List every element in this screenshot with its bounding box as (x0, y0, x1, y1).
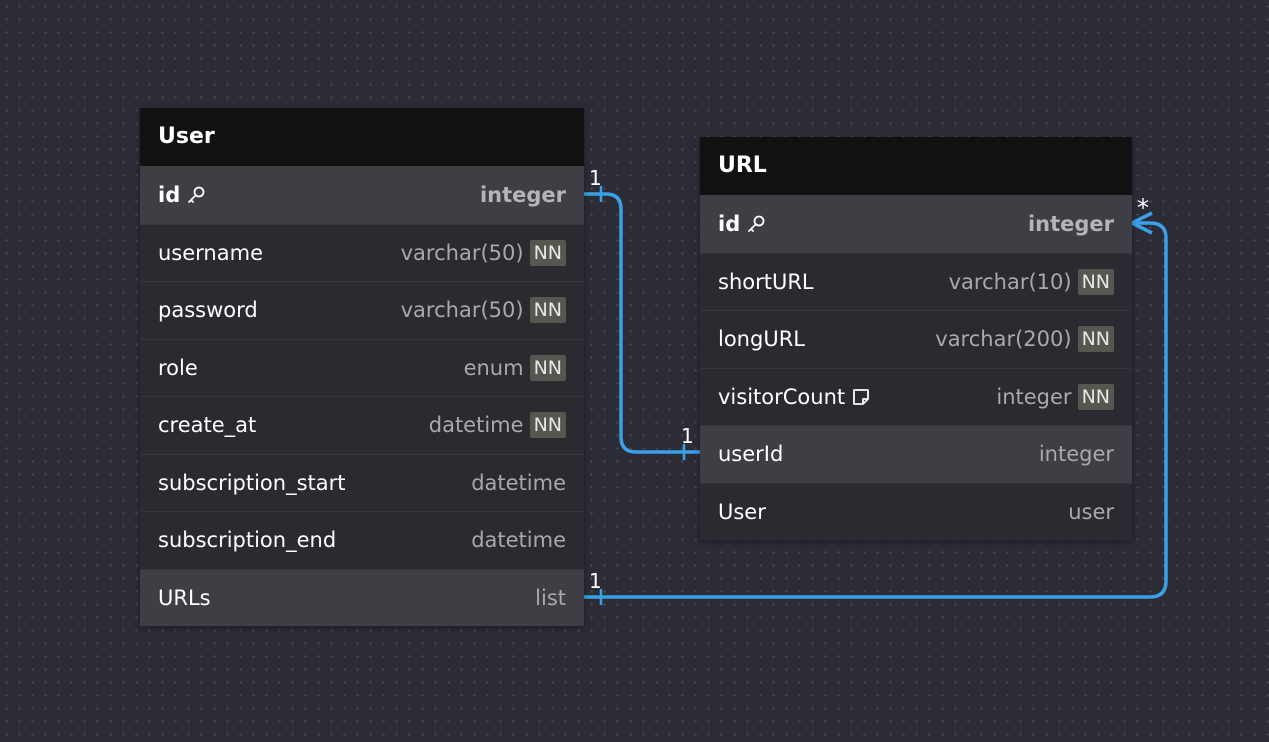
not-null-badge: NN (529, 297, 566, 324)
field-name-wrap: longURL (718, 327, 805, 351)
field-type: varchar(200) (935, 327, 1072, 352)
field-name: userId (718, 442, 784, 467)
field-row-user[interactable]: User user (700, 482, 1132, 541)
field-type-wrap: list (535, 586, 566, 610)
field-type-wrap: datetime NN (428, 412, 566, 439)
not-null-badge: NN (1077, 383, 1114, 410)
field-row-id[interactable]: id integer (700, 195, 1132, 253)
field-name: longURL (718, 327, 805, 352)
field-type: datetime (471, 470, 566, 495)
entity-table-url[interactable]: URL id integer shortURL varchar(10) NN longUR… (700, 137, 1132, 540)
field-type-wrap: datetime (471, 528, 566, 552)
field-row-create-at[interactable]: create_at datetime NN (140, 396, 584, 454)
table-title[interactable]: URL (700, 137, 1132, 195)
field-type-wrap: varchar(50) NN (400, 239, 566, 266)
field-type: integer (1027, 211, 1114, 236)
field-row-subscription-end[interactable]: subscription_end datetime (140, 511, 584, 569)
field-type: integer (1038, 442, 1114, 467)
table-title[interactable]: User (140, 108, 584, 166)
field-type-wrap: datetime (471, 471, 566, 495)
field-type-wrap: integer (1028, 212, 1114, 236)
field-name-wrap: id (718, 212, 766, 236)
table-rows: id integer shortURL varchar(10) NN longURL var… (700, 195, 1132, 540)
field-name: subscription_end (158, 528, 337, 553)
field-type: list (535, 585, 566, 610)
field-row-role[interactable]: role enum NN (140, 338, 584, 397)
field-type: enum (463, 355, 524, 380)
field-name: id (158, 182, 181, 207)
cardinality-label: 1 (589, 569, 602, 593)
not-null-badge: NN (529, 412, 566, 439)
not-null-badge: NN (529, 239, 566, 266)
field-name: username (158, 240, 263, 265)
field-row-urls[interactable]: URLs list (140, 568, 584, 626)
field-row-visitorcount[interactable]: visitorCount integer NN (700, 367, 1132, 426)
field-row-longurl[interactable]: longURL varchar(200) NN (700, 310, 1132, 368)
field-name-wrap: userId (718, 442, 783, 466)
cardinality-label: * (1137, 194, 1149, 222)
field-name-wrap: subscription_end (158, 528, 336, 552)
field-name-wrap: subscription_start (158, 471, 346, 495)
not-null-badge: NN (529, 354, 566, 381)
field-name-wrap: password (158, 298, 258, 322)
field-type-wrap: integer NN (996, 383, 1114, 410)
field-type-wrap: integer (480, 183, 566, 207)
field-row-userid[interactable]: userId integer (700, 425, 1132, 483)
field-row-id[interactable]: id integer (140, 166, 584, 224)
field-name-wrap: URLs (158, 586, 211, 610)
field-type-wrap: varchar(200) NN (935, 326, 1114, 353)
field-name-wrap: shortURL (718, 270, 814, 294)
field-type: integer (996, 384, 1072, 409)
not-null-badge: NN (1077, 326, 1114, 353)
field-type-wrap: user (1068, 500, 1114, 524)
field-row-shorturl[interactable]: shortURL varchar(10) NN (700, 252, 1132, 311)
field-row-username[interactable]: username varchar(50) NN (140, 223, 584, 282)
field-type: user (1068, 499, 1114, 524)
field-type: datetime (471, 528, 566, 553)
field-name: visitorCount (718, 384, 846, 409)
not-null-badge: NN (1077, 268, 1114, 295)
field-name: URLs (158, 585, 211, 610)
field-name-wrap: username (158, 241, 263, 265)
field-name: create_at (158, 413, 257, 438)
cardinality-label: 1 (681, 424, 694, 448)
cardinality-label: 1 (589, 166, 602, 190)
key-icon (746, 214, 766, 234)
field-name-wrap: visitorCount (718, 385, 871, 409)
connector-user-id-to-url-userid[interactable] (584, 192, 700, 454)
field-row-subscription-start[interactable]: subscription_start datetime (140, 453, 584, 512)
field-type: integer (479, 182, 566, 207)
field-name: subscription_start (158, 470, 346, 495)
table-rows: id integer username varchar(50) NN password va… (140, 166, 584, 626)
entity-table-user[interactable]: User id integer username varchar(50) NN passw… (140, 108, 584, 626)
field-type-wrap: varchar(50) NN (400, 297, 566, 324)
field-name: User (718, 499, 766, 524)
field-type-wrap: varchar(10) NN (948, 268, 1114, 295)
note-icon (851, 387, 871, 407)
field-name-wrap: User (718, 500, 766, 524)
key-icon (186, 185, 206, 205)
field-row-password[interactable]: password varchar(50) NN (140, 281, 584, 339)
field-type: varchar(50) (400, 298, 524, 323)
field-type: varchar(10) (948, 269, 1072, 294)
field-name-wrap: id (158, 183, 206, 207)
field-type-wrap: enum NN (463, 354, 566, 381)
field-name: role (158, 355, 198, 380)
field-type: varchar(50) (400, 240, 524, 265)
field-name: id (718, 211, 741, 236)
field-type-wrap: integer (1039, 442, 1114, 466)
field-type: datetime (428, 413, 524, 438)
field-name: password (158, 298, 258, 323)
field-name-wrap: role (158, 356, 198, 380)
field-name-wrap: create_at (158, 413, 256, 437)
field-name: shortURL (718, 269, 814, 294)
